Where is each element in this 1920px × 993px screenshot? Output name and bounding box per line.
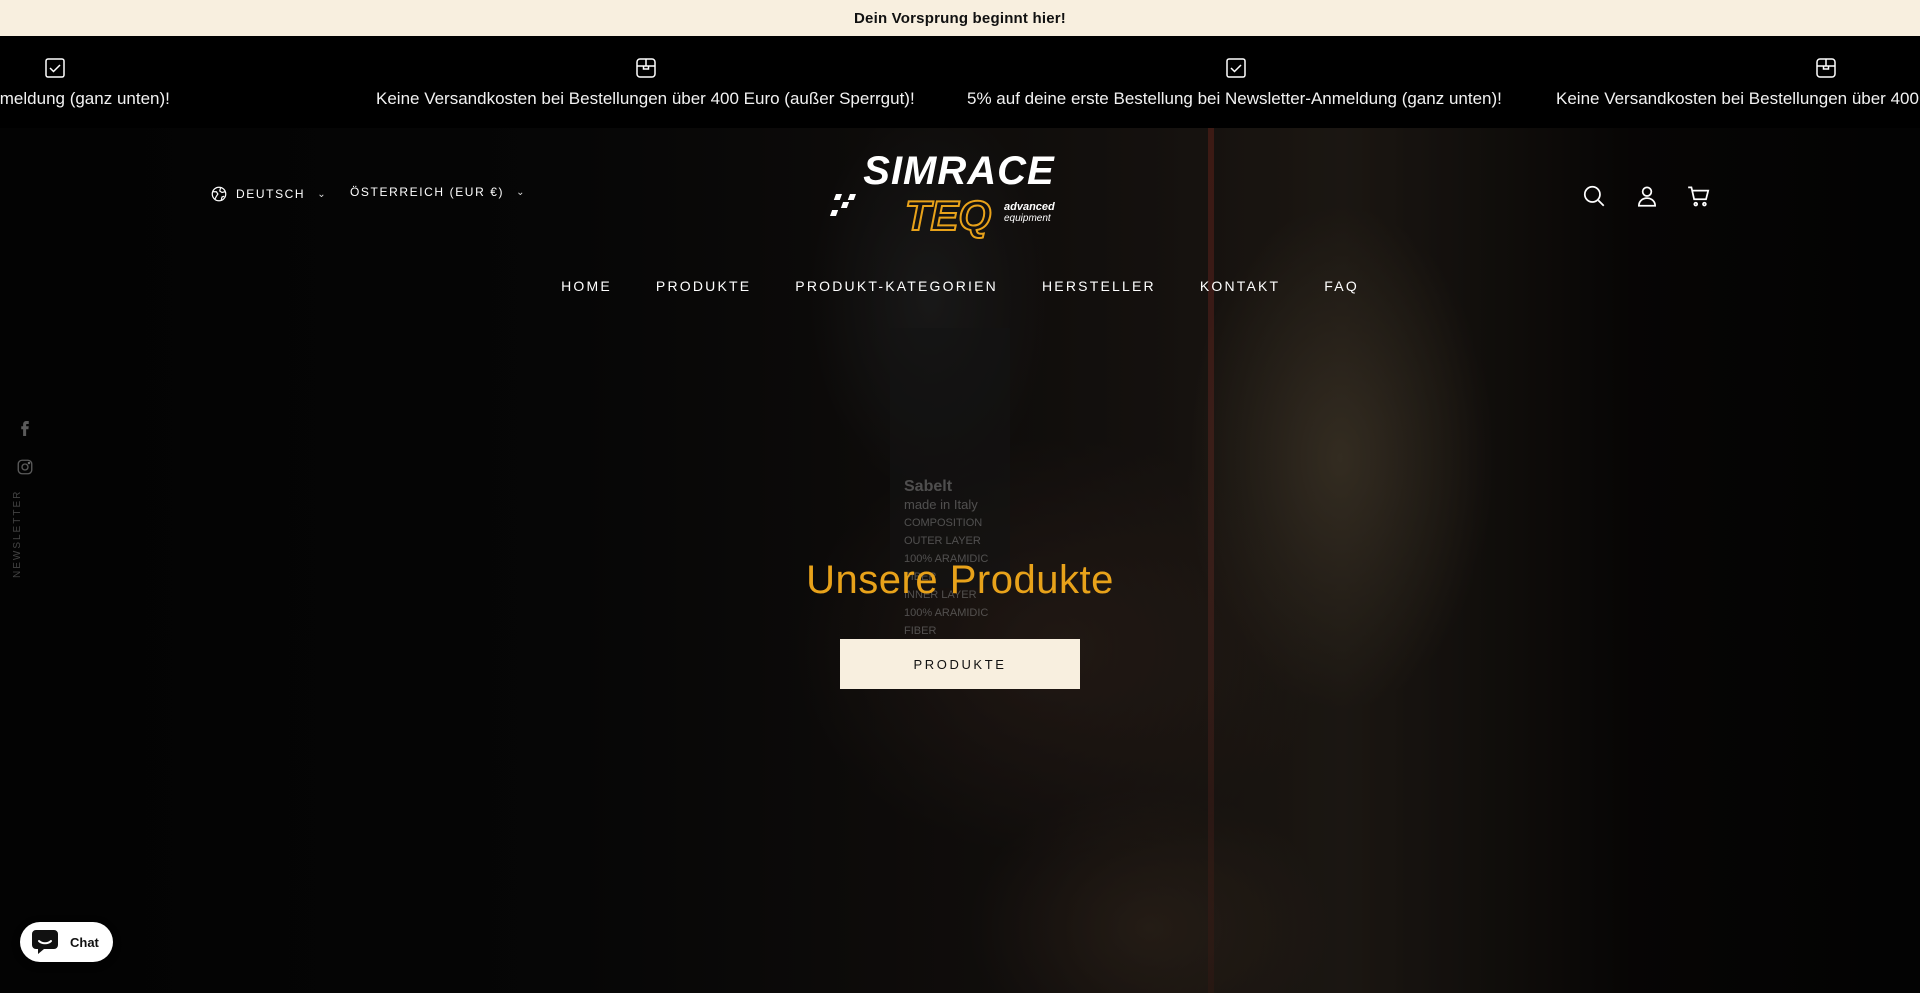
nav-item-hersteller[interactable]: HERSTELLER [1020, 278, 1178, 294]
chat-bubble-icon [32, 930, 58, 954]
marquee-text: 5% auf deine erste Bestellung bei Newsle… [0, 89, 170, 108]
main-navigation: HOME PRODUKTE PRODUKT-KATEGORIEN HERSTEL… [0, 278, 1920, 294]
checkbox-icon [1226, 58, 1246, 78]
chevron-down-icon: ⌄ [317, 188, 328, 200]
nav-item-produkte[interactable]: PRODUKTE [634, 278, 773, 294]
marquee-text: Keine Versandkosten bei Bestellungen übe… [376, 89, 915, 108]
chat-label: Chat [70, 934, 99, 950]
package-icon [1816, 58, 1836, 78]
marquee-text: Keine Versandkosten bei Bestellungen übe… [1556, 89, 1920, 108]
nav-item-produkt-kategorien[interactable]: PRODUKT-KATEGORIEN [773, 278, 1020, 294]
marquee-strip: 5% auf deine erste Bestellung bei Newsle… [0, 36, 1920, 128]
logo-line2: TEQ [905, 192, 991, 240]
simrace-teq-logo[interactable]: SIMRACE TEQ advanced equipment [826, 150, 1092, 242]
hero-title: Unsere Produkte [806, 558, 1114, 602]
produkte-button[interactable]: PRODUKTE [840, 639, 1080, 689]
search-icon[interactable] [1581, 183, 1607, 209]
cart-icon[interactable] [1686, 183, 1712, 209]
checkbox-icon [45, 58, 65, 78]
chevron-down-icon: ⌄ [516, 186, 527, 198]
chat-widget[interactable]: Chat [20, 922, 113, 962]
announcement-bar: Dein Vorsprung beginnt hier! [0, 0, 1920, 36]
account-icon[interactable] [1634, 183, 1660, 209]
nav-item-faq[interactable]: FAQ [1302, 278, 1381, 294]
package-icon [636, 58, 656, 78]
instagram-icon[interactable] [16, 458, 34, 476]
logo-tagline: equipment [1004, 213, 1052, 224]
nav-item-kontakt[interactable]: KONTAKT [1178, 278, 1302, 294]
announcement-text[interactable]: Dein Vorsprung beginnt hier! [854, 10, 1066, 27]
globe-icon [211, 186, 227, 202]
country-label: ÖSTERREICH (EUR €) [350, 185, 505, 199]
nav-item-home[interactable]: HOME [539, 278, 634, 294]
marquee-text: 5% auf deine erste Bestellung bei Newsle… [967, 89, 1502, 108]
country-selector[interactable]: ÖSTERREICH (EUR €) ⌄ [350, 185, 526, 199]
logo-tagline: advanced [1004, 201, 1055, 213]
checkered-flag-icon [829, 194, 856, 216]
language-selector[interactable]: DEUTSCH ⌄ [210, 185, 327, 203]
logo-line1: SIMRACE [863, 150, 1055, 193]
facebook-icon[interactable] [16, 418, 34, 436]
language-label: DEUTSCH [236, 187, 306, 201]
